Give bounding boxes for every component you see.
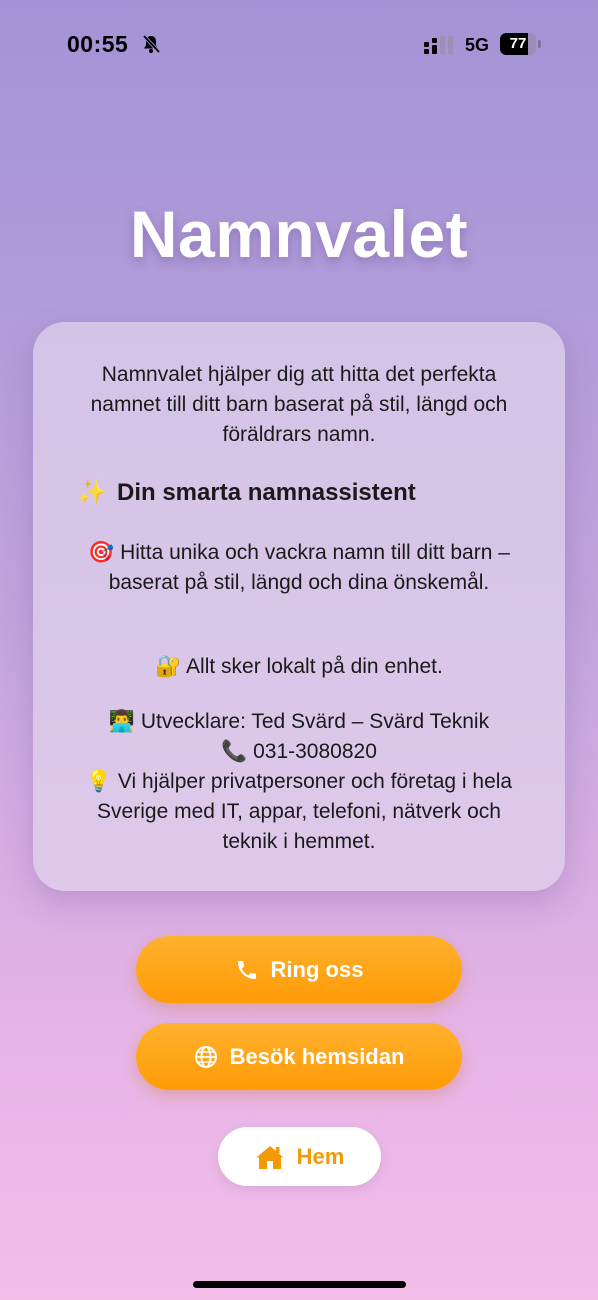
- phone-icon: [237, 960, 256, 979]
- target-icon: 🎯: [88, 540, 115, 564]
- home-indicator[interactable]: [193, 1281, 406, 1288]
- feature-text: 🎯 Hitta unika och vackra namn till ditt …: [88, 540, 510, 594]
- assistant-heading: ✨ Din smarta namnassistent: [77, 477, 537, 508]
- call-button[interactable]: Ring oss: [136, 936, 462, 1003]
- lock-icon: 🔐: [155, 654, 182, 678]
- sparkles-icon: ✨: [77, 478, 107, 506]
- tip-text: 💡 Vi hjälper privatpersoner och företag …: [85, 769, 513, 853]
- network-type: 5G: [465, 35, 490, 55]
- telephone-icon: 📞: [221, 739, 248, 763]
- battery-icon: 77: [500, 33, 542, 55]
- lightbulb-icon: 💡: [85, 769, 113, 793]
- status-bar: 00:55 5G 77: [0, 0, 598, 90]
- status-time: 00:55: [67, 31, 129, 57]
- page-title: Namnvalet: [129, 197, 469, 271]
- cellular-signal-icon: [424, 36, 453, 54]
- home-button[interactable]: Hem: [218, 1127, 381, 1186]
- assistant-heading-text: Din smarta namnassistent: [117, 479, 416, 506]
- battery-percent: 77: [509, 35, 527, 52]
- privacy-text: 🔐 Allt sker lokalt på din enhet.: [155, 654, 443, 678]
- info-card: Namnvalet hjälper dig att hitta det perf…: [33, 322, 565, 891]
- house-icon: [256, 1145, 284, 1169]
- developer-text: 👨‍💻 Utvecklare: Ted Svärd – Svärd Teknik: [108, 709, 490, 733]
- website-button[interactable]: Besök hemsidan: [136, 1023, 462, 1090]
- call-button-label: Ring oss: [270, 956, 364, 982]
- website-button-label: Besök hemsidan: [229, 1043, 405, 1069]
- globe-icon: [194, 1045, 217, 1068]
- phone-text: 📞 031-3080820: [221, 739, 377, 763]
- home-button-label: Hem: [296, 1143, 345, 1169]
- developer-icon: 👨‍💻: [108, 709, 136, 733]
- bell-slash-icon: [142, 34, 161, 54]
- intro-text: Namnvalet hjälper dig att hitta det perf…: [90, 363, 508, 446]
